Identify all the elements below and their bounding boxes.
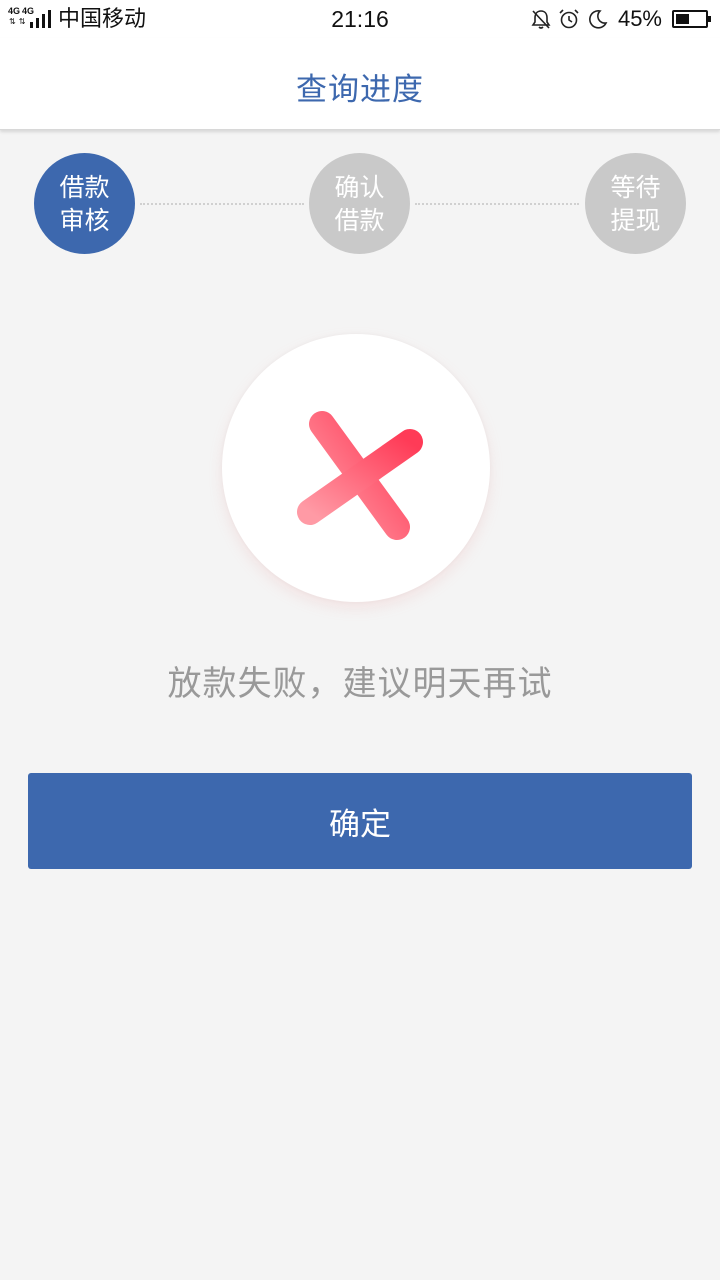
bell-off-icon bbox=[531, 10, 551, 29]
step-wait-withdraw: 等待 提现 bbox=[585, 153, 686, 254]
battery-level bbox=[676, 14, 689, 24]
battery-percent: 45% bbox=[617, 6, 662, 31]
step-label-line1: 确认 bbox=[334, 172, 385, 202]
confirm-button-label: 确定 bbox=[329, 806, 391, 843]
moon-icon bbox=[589, 10, 608, 29]
step-loan-review: 借款 审核 bbox=[34, 153, 135, 254]
result-icon-circle bbox=[222, 334, 490, 602]
step-label-line2: 借款 bbox=[334, 205, 385, 235]
step-label-line1: 借款 bbox=[59, 172, 110, 202]
confirm-button[interactable]: 确定 bbox=[28, 773, 692, 869]
step-confirm-loan: 确认 借款 bbox=[309, 153, 410, 254]
step-label-line2: 审核 bbox=[59, 205, 110, 235]
alarm-clock-icon bbox=[559, 9, 579, 29]
close-icon bbox=[297, 411, 423, 540]
progress-steps: 借款 审核 确认 借款 等待 提现 bbox=[0, 153, 720, 255]
status-bar: 4G 4G ⇅⇅ 中国移动 21:16 45% bbox=[0, 0, 720, 38]
step-connector bbox=[415, 203, 579, 205]
page-title: 查询进度 bbox=[296, 72, 424, 108]
step-connector bbox=[140, 203, 304, 205]
status-right: 45% bbox=[530, 6, 711, 32]
header: 查询进度 bbox=[0, 38, 720, 130]
result-message: 放款失败，建议明天再试 bbox=[167, 664, 553, 704]
battery-icon bbox=[672, 10, 711, 28]
step-label-line1: 等待 bbox=[610, 172, 661, 202]
step-label-line2: 提现 bbox=[610, 205, 661, 235]
